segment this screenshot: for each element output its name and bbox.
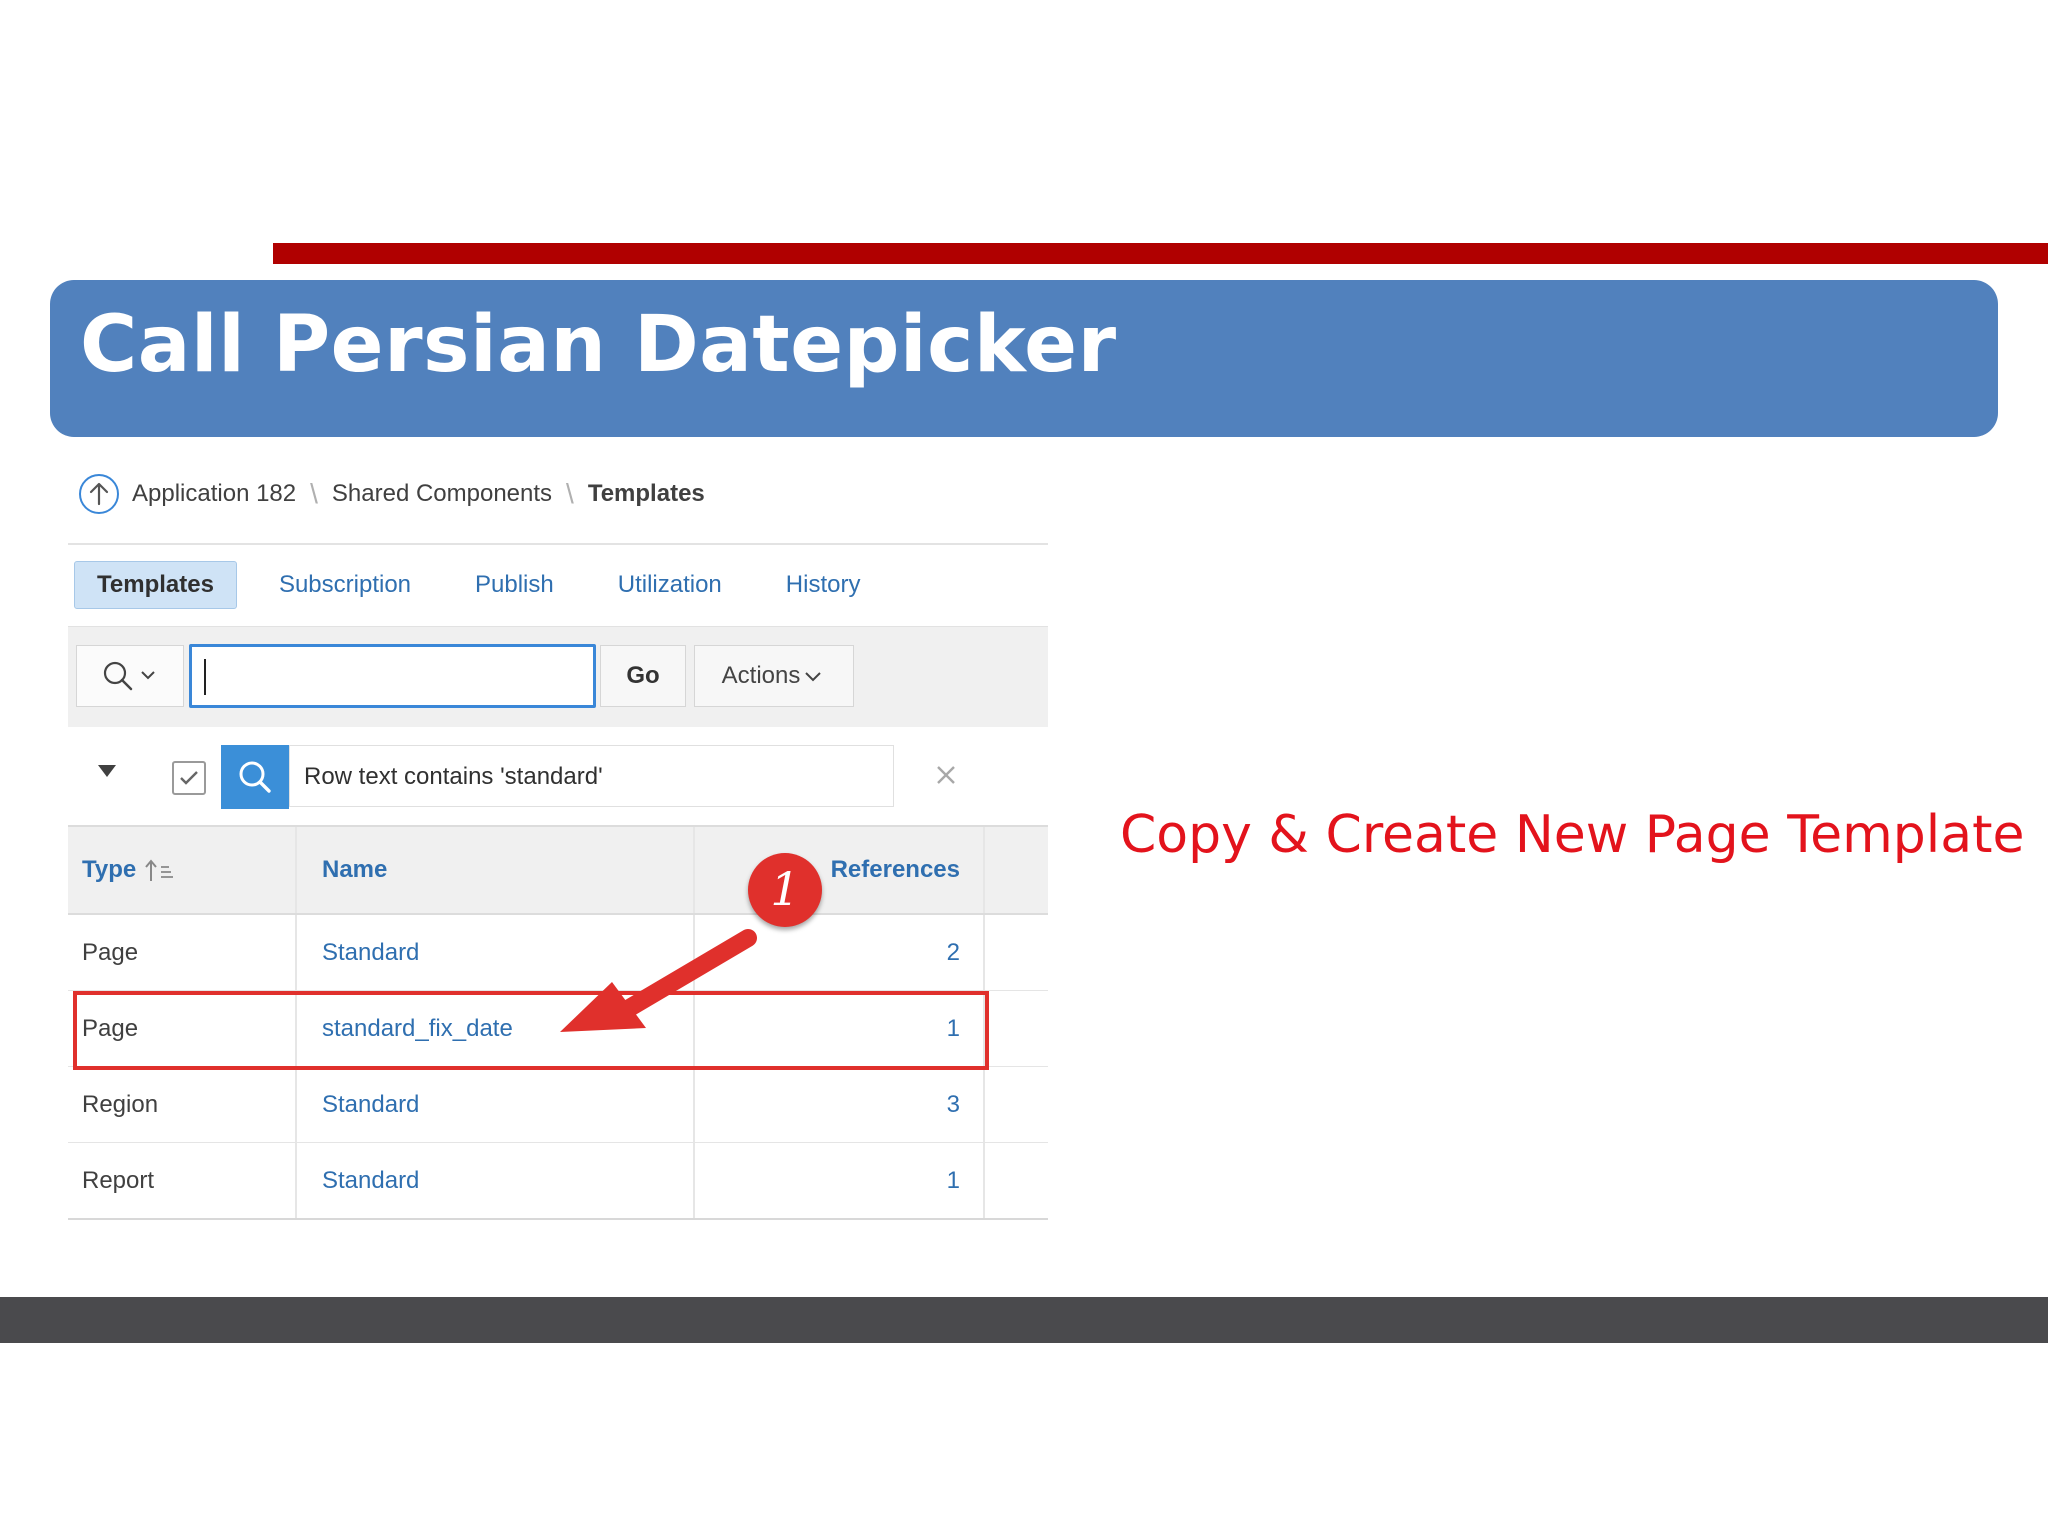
table-header: Type Name References bbox=[68, 825, 1048, 915]
table-row[interactable]: Report Standard 1 bbox=[68, 1143, 1048, 1220]
search-icon bbox=[103, 661, 155, 691]
filter-search-icon-box bbox=[221, 745, 289, 809]
red-header-rule bbox=[273, 243, 2048, 264]
table-row[interactable]: Region Standard 3 bbox=[68, 1067, 1048, 1143]
breadcrumb-separator: \ bbox=[566, 478, 574, 509]
column-divider bbox=[983, 1067, 985, 1142]
chevron-down-icon bbox=[141, 671, 155, 680]
up-arrow-circle-icon[interactable] bbox=[78, 473, 120, 515]
red-arrow-icon bbox=[560, 929, 757, 1032]
column-header-type[interactable]: Type bbox=[82, 827, 177, 913]
tab-subscription[interactable]: Subscription bbox=[279, 571, 411, 599]
column-divider bbox=[295, 827, 297, 913]
highlight-box bbox=[73, 991, 989, 1070]
footer-bar bbox=[0, 1297, 2048, 1343]
cell-references-link[interactable]: 3 bbox=[947, 1067, 960, 1142]
column-divider bbox=[983, 915, 985, 990]
report-toolbar: Go Actions bbox=[68, 626, 1048, 728]
slide-title: Call Persian Datepicker bbox=[80, 300, 1117, 390]
close-icon bbox=[937, 766, 955, 784]
column-divider bbox=[693, 827, 695, 913]
tab-utilization[interactable]: Utilization bbox=[618, 571, 722, 599]
breadcrumb-item-shared-components[interactable]: Shared Components bbox=[332, 480, 552, 508]
breadcrumb-item-templates: Templates bbox=[587, 480, 705, 507]
tab-bar: Templates Subscription Publish Utilizati… bbox=[74, 561, 924, 609]
column-divider bbox=[693, 1143, 695, 1218]
tab-templates[interactable]: Templates bbox=[74, 561, 237, 609]
column-divider bbox=[295, 1067, 297, 1142]
column-header-type-label: Type bbox=[82, 856, 137, 883]
step-number-badge: 1 bbox=[748, 853, 822, 927]
cell-references-link[interactable]: 2 bbox=[947, 915, 960, 990]
filter-enable-checkbox[interactable] bbox=[172, 761, 206, 795]
sort-ascending-icon bbox=[145, 859, 173, 881]
cell-name-link[interactable]: Standard bbox=[322, 915, 419, 990]
filter-row: Row text contains 'standard' bbox=[68, 727, 1048, 823]
column-divider bbox=[693, 1067, 695, 1142]
cell-name-link[interactable]: Standard bbox=[322, 1143, 419, 1218]
search-input[interactable] bbox=[189, 644, 596, 708]
remove-filter-button[interactable] bbox=[926, 755, 966, 795]
breadcrumb-separator: \ bbox=[310, 478, 318, 509]
column-divider bbox=[295, 1143, 297, 1218]
slide-caption: Copy & Create New Page Template bbox=[1120, 805, 2025, 865]
cell-type: Report bbox=[82, 1167, 155, 1194]
cell-references-link[interactable]: 1 bbox=[947, 1143, 960, 1218]
actions-menu-button[interactable]: Actions bbox=[694, 645, 854, 707]
column-divider bbox=[983, 827, 985, 913]
go-button[interactable]: Go bbox=[600, 645, 686, 707]
divider bbox=[68, 543, 1048, 545]
actions-label: Actions bbox=[721, 662, 801, 689]
collapse-filters-icon[interactable] bbox=[98, 765, 116, 777]
cell-type: Region bbox=[82, 1091, 159, 1118]
filter-description[interactable]: Row text contains 'standard' bbox=[289, 745, 894, 807]
breadcrumb: Application 182 \ Shared Components \ Te… bbox=[78, 470, 705, 518]
search-icon bbox=[239, 761, 271, 793]
breadcrumb-item-application[interactable]: Application 182 bbox=[132, 480, 296, 508]
search-column-button[interactable] bbox=[76, 645, 184, 707]
text-caret bbox=[204, 659, 206, 695]
column-header-references[interactable]: References bbox=[831, 827, 960, 913]
tab-publish[interactable]: Publish bbox=[475, 571, 554, 599]
column-header-name[interactable]: Name bbox=[322, 827, 387, 913]
tab-history[interactable]: History bbox=[786, 571, 861, 599]
checkmark-icon bbox=[180, 771, 198, 785]
cell-type: Page bbox=[82, 939, 139, 966]
column-divider bbox=[983, 1143, 985, 1218]
cell-name-link[interactable]: Standard bbox=[322, 1067, 419, 1142]
column-divider bbox=[295, 915, 297, 990]
chevron-down-icon bbox=[805, 672, 822, 682]
